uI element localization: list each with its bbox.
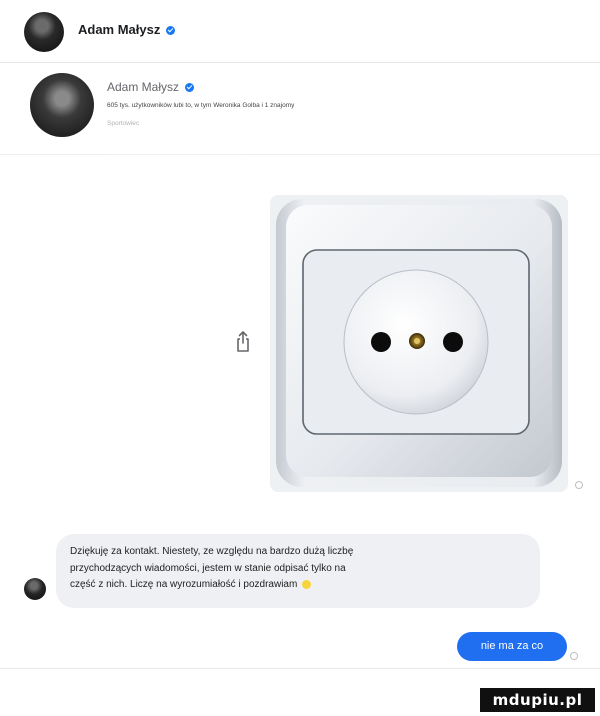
profile-likes-info: 605 tys. użytkowników lubi to, w tym Wer…: [107, 102, 295, 109]
received-message-bubble[interactable]: Dziękuję za kontakt. Niestety, ze względ…: [56, 534, 540, 608]
watermark-logo: mdupiu.pl: [480, 688, 595, 712]
verified-badge-icon: [166, 26, 176, 36]
shared-socket-image[interactable]: [270, 195, 568, 492]
profile-category: Sportowiec: [107, 120, 140, 127]
header-name-text: Adam Małysz: [78, 22, 161, 37]
verified-badge-icon: [185, 83, 195, 93]
profile-divider: [107, 154, 247, 155]
composer-divider: [0, 668, 600, 669]
profile-name-text: Adam Małysz: [107, 80, 180, 94]
message-line-3-text: część z nich. Liczę na wyrozumiałość i p…: [70, 579, 298, 590]
message-line-1: Dziękuję za kontakt. Niestety, ze względ…: [70, 546, 354, 557]
profile-avatar[interactable]: [30, 73, 94, 137]
message-line-3: część z nich. Liczę na wyrozumiałość i p…: [70, 577, 526, 594]
header-avatar[interactable]: [24, 12, 64, 52]
contact-profile-card: Adam Małysz 605 tys. użytkowników lubi t…: [0, 62, 600, 155]
seen-indicator-icon: [575, 481, 583, 489]
profile-name[interactable]: Adam Małysz: [107, 80, 195, 94]
seen-indicator-icon: [570, 652, 578, 660]
sent-message-bubble[interactable]: nie ma za co: [457, 632, 567, 661]
chat-header: Adam Małysz: [0, 0, 600, 63]
contact-small-avatar[interactable]: [24, 578, 46, 600]
smiley-emoji-icon: [302, 579, 312, 589]
watermark-text: mdupiu.pl: [492, 691, 583, 709]
share-icon[interactable]: [236, 330, 250, 354]
header-contact-name[interactable]: Adam Małysz: [78, 22, 176, 37]
message-line-2: przychodzących wiadomości, jestem w stan…: [70, 562, 346, 574]
